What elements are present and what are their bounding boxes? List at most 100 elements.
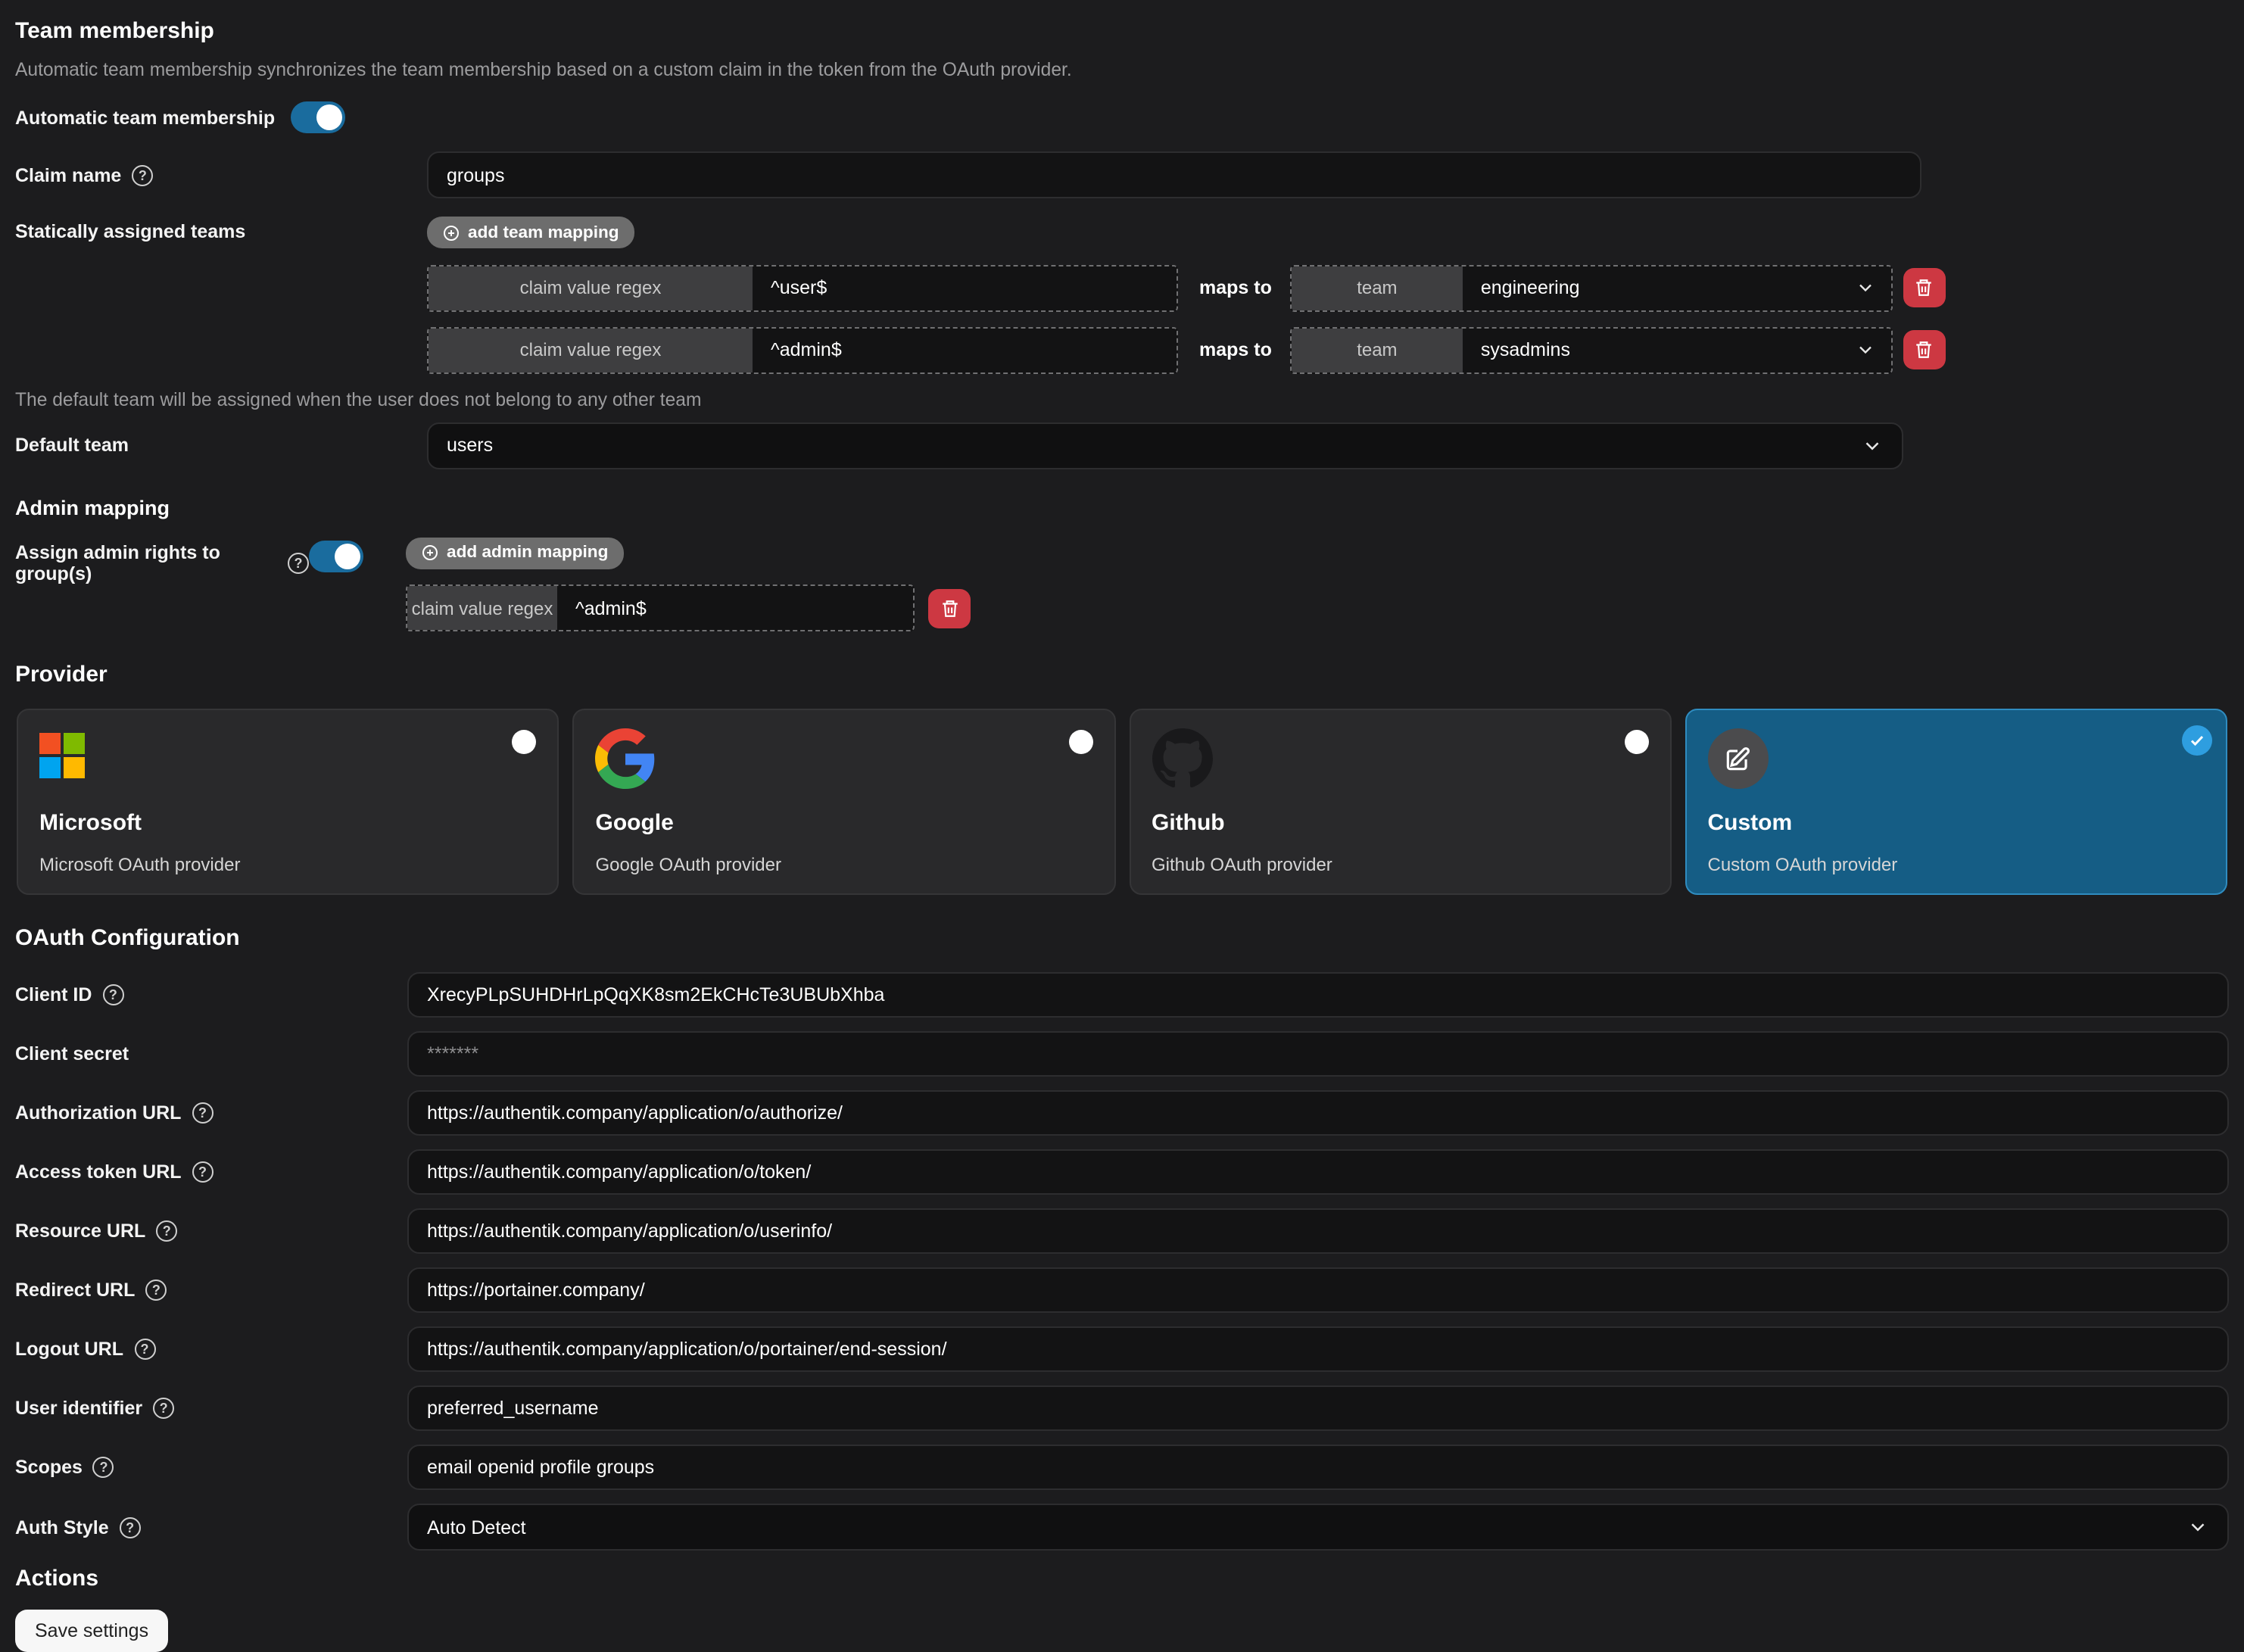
provider-card-microsoft[interactable]: Microsoft Microsoft OAuth provider bbox=[17, 709, 559, 895]
delete-team-mapping-button-1[interactable] bbox=[1903, 268, 1946, 307]
add-team-mapping-button[interactable]: add team mapping bbox=[427, 217, 634, 248]
client-id-label: Client ID ? bbox=[15, 984, 407, 1005]
logout-url-input[interactable] bbox=[407, 1326, 2229, 1372]
team-membership-heading: Team membership bbox=[15, 18, 2229, 44]
logout-url-row: Logout URL ? bbox=[15, 1326, 2229, 1372]
admin-mapping-heading: Admin mapping bbox=[15, 496, 2229, 519]
claim-name-label: Claim name ? bbox=[15, 164, 427, 185]
resource-url-label: Resource URL ? bbox=[15, 1220, 407, 1242]
default-team-select[interactable]: users bbox=[427, 422, 1903, 469]
authorization-url-input[interactable] bbox=[407, 1090, 2229, 1136]
provider-card-title: Google bbox=[596, 810, 1093, 836]
team-prefix: team bbox=[1292, 328, 1463, 372]
selected-check-icon bbox=[2182, 725, 2212, 756]
add-admin-mapping-button[interactable]: add admin mapping bbox=[406, 537, 623, 569]
redirect-url-label: Redirect URL ? bbox=[15, 1280, 407, 1301]
provider-heading: Provider bbox=[15, 662, 2229, 687]
automatic-team-membership-toggle[interactable] bbox=[290, 101, 344, 133]
statically-assigned-teams-row: Statically assigned teams add team mappi… bbox=[15, 217, 2229, 373]
team-mapping-row: claim value regex maps to team engineeri… bbox=[427, 264, 1946, 311]
team-mapping-row: claim value regex maps to team sysadmins bbox=[427, 326, 1946, 373]
redirect-url-input[interactable] bbox=[407, 1267, 2229, 1313]
provider-card-description: Custom OAuth provider bbox=[1708, 854, 2205, 875]
provider-card-custom[interactable]: Custom Custom OAuth provider bbox=[1685, 709, 2228, 895]
claim-regex-group: claim value regex bbox=[406, 584, 915, 631]
team-membership-description: Automatic team membership synchronizes t… bbox=[15, 59, 2229, 80]
authorization-url-label: Authorization URL ? bbox=[15, 1102, 407, 1124]
claim-name-input[interactable] bbox=[427, 151, 1921, 198]
team-select-1[interactable]: engineering bbox=[1463, 266, 1891, 310]
scopes-input[interactable] bbox=[407, 1445, 2229, 1490]
trash-icon bbox=[1915, 339, 1934, 360]
access-token-url-label: Access token URL ? bbox=[15, 1161, 407, 1183]
radio-unselected-icon[interactable] bbox=[1625, 730, 1649, 754]
claim-value-regex-prefix: claim value regex bbox=[429, 266, 753, 310]
resource-url-input[interactable] bbox=[407, 1208, 2229, 1254]
user-identifier-input[interactable] bbox=[407, 1385, 2229, 1431]
toggle-knob bbox=[316, 104, 341, 130]
chevron-down-icon bbox=[1855, 339, 1876, 360]
assign-admin-rights-toggle[interactable] bbox=[309, 540, 363, 572]
oauth-settings-page: Team membership Automatic team membershi… bbox=[0, 0, 2244, 1608]
provider-card-title: Github bbox=[1152, 810, 1649, 836]
help-icon[interactable]: ? bbox=[120, 1516, 141, 1538]
scopes-row: Scopes ? bbox=[15, 1445, 2229, 1490]
maps-to-label: maps to bbox=[1199, 339, 1272, 360]
toggle-knob bbox=[335, 543, 360, 569]
default-team-note: The default team will be assigned when t… bbox=[15, 388, 2229, 410]
help-icon[interactable]: ? bbox=[134, 1339, 155, 1360]
help-icon[interactable]: ? bbox=[156, 1220, 177, 1242]
logout-url-label: Logout URL ? bbox=[15, 1339, 407, 1360]
admin-claim-regex-input[interactable] bbox=[557, 586, 913, 630]
auth-style-select[interactable]: Auto Detect bbox=[407, 1504, 2229, 1551]
help-icon[interactable]: ? bbox=[93, 1457, 114, 1478]
help-icon[interactable]: ? bbox=[153, 1398, 174, 1419]
assign-admin-rights-label: Assign admin rights to group(s) ? bbox=[15, 541, 309, 584]
redirect-url-row: Redirect URL ? bbox=[15, 1267, 2229, 1313]
trash-icon bbox=[940, 597, 959, 619]
claim-regex-input-2[interactable] bbox=[753, 328, 1177, 372]
help-icon[interactable]: ? bbox=[102, 984, 123, 1005]
scopes-label: Scopes ? bbox=[15, 1457, 407, 1478]
automatic-team-membership-label: Automatic team membership bbox=[15, 107, 275, 128]
client-secret-label: Client secret bbox=[15, 1043, 407, 1064]
user-identifier-row: User identifier ? bbox=[15, 1385, 2229, 1431]
team-prefix: team bbox=[1292, 266, 1463, 310]
provider-card-title: Microsoft bbox=[39, 810, 537, 836]
plus-circle-icon bbox=[442, 223, 460, 242]
help-icon[interactable]: ? bbox=[145, 1280, 167, 1301]
provider-card-description: Github OAuth provider bbox=[1152, 854, 1649, 875]
provider-card-github[interactable]: Github Github OAuth provider bbox=[1129, 709, 1672, 895]
github-logo-icon bbox=[1152, 728, 1212, 789]
microsoft-logo-icon bbox=[39, 733, 85, 778]
team-select-group: team sysadmins bbox=[1290, 326, 1893, 373]
client-secret-row: Client secret bbox=[15, 1031, 2229, 1077]
provider-card-title: Custom bbox=[1708, 810, 2205, 836]
access-token-url-input[interactable] bbox=[407, 1149, 2229, 1195]
help-icon[interactable]: ? bbox=[192, 1102, 213, 1124]
help-icon[interactable]: ? bbox=[192, 1161, 213, 1183]
help-icon[interactable]: ? bbox=[288, 552, 309, 573]
provider-card-description: Microsoft OAuth provider bbox=[39, 854, 537, 875]
team-select-group: team engineering bbox=[1290, 264, 1893, 311]
auth-style-row: Auth Style ? Auto Detect bbox=[15, 1504, 2229, 1551]
claim-regex-input-1[interactable] bbox=[753, 266, 1177, 310]
save-settings-button[interactable]: Save settings bbox=[15, 1610, 168, 1652]
radio-unselected-icon[interactable] bbox=[1068, 730, 1092, 754]
help-icon[interactable]: ? bbox=[132, 164, 153, 185]
chevron-down-icon bbox=[1861, 434, 1884, 457]
auth-style-label: Auth Style ? bbox=[15, 1516, 407, 1538]
delete-admin-mapping-button[interactable] bbox=[928, 588, 971, 628]
client-secret-input[interactable] bbox=[407, 1031, 2229, 1077]
resource-url-row: Resource URL ? bbox=[15, 1208, 2229, 1254]
provider-card-google[interactable]: Google Google OAuth provider bbox=[573, 709, 1116, 895]
default-team-label: Default team bbox=[15, 435, 427, 456]
team-select-2[interactable]: sysadmins bbox=[1463, 328, 1891, 372]
oauth-configuration-heading: OAuth Configuration bbox=[15, 925, 2229, 951]
claim-regex-group: claim value regex bbox=[427, 326, 1178, 373]
authorization-url-row: Authorization URL ? bbox=[15, 1090, 2229, 1136]
statically-assigned-teams-label: Statically assigned teams bbox=[15, 221, 427, 242]
access-token-url-row: Access token URL ? bbox=[15, 1149, 2229, 1195]
delete-team-mapping-button-2[interactable] bbox=[1903, 330, 1946, 369]
client-id-input[interactable] bbox=[407, 972, 2229, 1018]
